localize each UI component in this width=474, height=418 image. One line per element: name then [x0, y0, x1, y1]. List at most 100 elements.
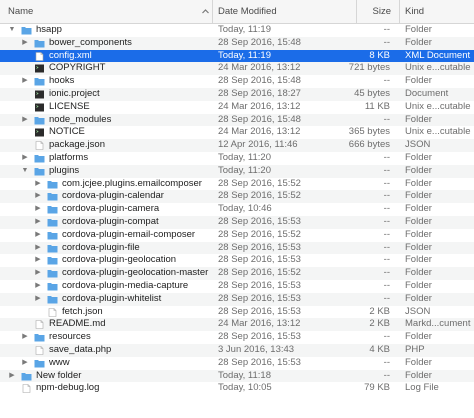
- terminal-icon: [35, 128, 44, 137]
- file-row[interactable]: ▶ cordova-plugin-calendar 28 Sep 2016, 15:…: [0, 190, 474, 204]
- document-icon: [48, 307, 57, 317]
- file-date: Today, 10:46: [218, 203, 272, 215]
- file-row[interactable]: ▶ cordova-plugin-media-capture 28 Sep 2016…: [0, 280, 474, 293]
- file-row[interactable]: ▶ www 28 Sep 2016, 15:53 -- Folder: [0, 357, 474, 370]
- file-size: 2 KB: [369, 318, 390, 330]
- disclosure-closed-icon[interactable]: ▶: [21, 331, 29, 344]
- file-row[interactable]: LICENSE 24 Mar 2016, 13:12 11 KB Unix e...c…: [0, 101, 474, 114]
- disclosure-closed-icon[interactable]: ▶: [34, 267, 42, 280]
- file-row[interactable]: ionic.project 28 Sep 2016, 18:27 45 bytes D…: [0, 88, 474, 101]
- file-size: --: [383, 292, 390, 304]
- file-kind: Folder: [405, 331, 432, 343]
- column-header-bar: Name Date Modified Size Kind: [0, 0, 474, 24]
- file-size: 11 KB: [364, 100, 390, 112]
- column-header-kind[interactable]: Kind: [399, 0, 474, 23]
- file-date: 28 Sep 2016, 15:52: [218, 177, 301, 189]
- disclosure-closed-icon[interactable]: ▶: [34, 242, 42, 255]
- disclosure-closed-icon[interactable]: ▶: [34, 203, 42, 216]
- file-name: platforms: [49, 152, 89, 163]
- file-row[interactable]: fetch.json 28 Sep 2016, 15:53 2 KB JSON: [0, 306, 474, 319]
- file-kind: Folder: [405, 216, 432, 227]
- disclosure-closed-icon[interactable]: ▶: [21, 357, 29, 370]
- file-row[interactable]: COPYRIGHT 24 Mar 2016, 13:12 721 bytes Unix…: [0, 62, 474, 76]
- file-size: --: [383, 254, 390, 266]
- disclosure-closed-icon[interactable]: ▶: [34, 280, 42, 293]
- file-size: --: [383, 190, 390, 202]
- file-date: 28 Sep 2016, 15:53: [218, 280, 301, 291]
- file-name: npm-debug.log: [36, 382, 100, 394]
- column-header-name[interactable]: Name: [0, 0, 212, 23]
- file-size: 4 KB: [369, 344, 390, 355]
- file-row[interactable]: ▶ cordova-plugin-camera Today, 10:46 -- Fold…: [0, 203, 474, 216]
- disclosure-closed-icon[interactable]: ▶: [21, 114, 29, 127]
- column-header-size[interactable]: Size: [356, 0, 399, 23]
- disclosure-closed-icon[interactable]: ▶: [34, 254, 42, 267]
- folder-icon: [34, 334, 45, 342]
- file-kind: Markd...cument: [405, 318, 471, 330]
- file-name: save_data.php: [49, 344, 112, 355]
- file-date: 28 Sep 2016, 15:52: [218, 190, 301, 202]
- sort-chevron-icon[interactable]: [201, 7, 210, 16]
- file-name: ionic.project: [49, 88, 100, 99]
- file-name: cordova-plugin-calendar: [62, 190, 164, 202]
- column-header-date[interactable]: Date Modified: [212, 0, 356, 23]
- column-header-name-label: Name: [8, 6, 34, 17]
- file-row[interactable]: config.xml Today, 11:19 8 KB XML Document: [0, 49, 474, 63]
- file-size: --: [383, 152, 390, 163]
- file-row[interactable]: ▶ bower_components 28 Sep 2016, 15:48 -- Fol…: [0, 36, 474, 50]
- file-row[interactable]: ▶ platforms Today, 11:20 -- Folder: [0, 152, 474, 165]
- file-row[interactable]: ▶ cordova-plugin-compat 28 Sep 2016, 15:53…: [0, 216, 474, 229]
- disclosure-closed-icon[interactable]: ▶: [34, 229, 42, 242]
- file-row[interactable]: ▼ plugins Today, 11:20 -- Folder: [0, 164, 474, 178]
- folder-icon: [47, 270, 58, 278]
- disclosure-open-icon[interactable]: ▼: [8, 24, 16, 37]
- file-row[interactable]: ▶ resources 28 Sep 2016, 15:53 -- Folder: [0, 331, 474, 344]
- disclosure-closed-icon[interactable]: ▶: [21, 37, 29, 50]
- disclosure-closed-icon[interactable]: ▶: [8, 370, 16, 383]
- file-row[interactable]: README.md 24 Mar 2016, 13:12 2 KB Markd...c…: [0, 318, 474, 332]
- file-row[interactable]: save_data.php 3 Jun 2016, 13:43 4 KB PHP: [0, 344, 474, 357]
- file-name: hooks: [49, 75, 75, 87]
- file-size: --: [383, 177, 390, 189]
- file-size: --: [383, 267, 390, 279]
- file-row[interactable]: ▶ node_modules 28 Sep 2016, 15:48 -- Folder: [0, 113, 474, 127]
- file-row[interactable]: ▶ cordova-plugin-file 28 Sep 2016, 15:53 --…: [0, 241, 474, 255]
- file-date: 24 Mar 2016, 13:12: [218, 318, 301, 330]
- file-kind: XML Document: [405, 49, 471, 61]
- file-row[interactable]: NOTICE 24 Mar 2016, 13:12 365 bytes Unix e.…: [0, 126, 474, 139]
- file-kind: Folder: [405, 24, 432, 35]
- file-row[interactable]: npm-debug.log Today, 10:05 79 KB Log File: [0, 382, 474, 395]
- file-date: 3 Jun 2016, 13:43: [218, 344, 295, 355]
- file-date: Today, 11:18: [218, 369, 271, 381]
- file-row[interactable]: ▶ cordova-plugin-geolocation-master 28 Sep…: [0, 267, 474, 280]
- file-date: 12 Apr 2016, 11:46: [218, 139, 298, 151]
- disclosure-closed-icon[interactable]: ▶: [34, 293, 42, 306]
- file-size: 365 bytes: [348, 126, 390, 138]
- folder-icon: [34, 155, 45, 163]
- file-date: 28 Sep 2016, 15:48: [218, 36, 301, 48]
- file-row[interactable]: ▶ cordova-plugin-email-composer 28 Sep 201…: [0, 229, 474, 242]
- file-row[interactable]: ▼ hsapp Today, 11:19 -- Folder: [0, 24, 474, 37]
- disclosure-open-icon[interactable]: ▼: [21, 165, 29, 178]
- disclosure-closed-icon[interactable]: ▶: [34, 216, 42, 229]
- terminal-icon: [35, 64, 44, 73]
- file-date: 28 Sep 2016, 15:53: [218, 331, 301, 343]
- file-name: cordova-plugin-camera: [62, 203, 160, 215]
- disclosure-closed-icon[interactable]: ▶: [34, 178, 42, 191]
- file-row[interactable]: package.json 12 Apr 2016, 11:46 666 bytes J…: [0, 139, 474, 152]
- file-row[interactable]: ▶ cordova-plugin-geolocation 28 Sep 2016, …: [0, 254, 474, 267]
- disclosure-closed-icon[interactable]: ▶: [21, 152, 29, 165]
- folder-icon: [34, 359, 45, 368]
- file-row[interactable]: ▶ cordova-plugin-whitelist 28 Sep 2016, 15…: [0, 292, 474, 306]
- file-name: cordova-plugin-geolocation: [62, 254, 177, 266]
- disclosure-closed-icon[interactable]: ▶: [21, 75, 29, 88]
- file-row[interactable]: ▶ hooks 28 Sep 2016, 15:48 -- Folder: [0, 75, 474, 88]
- disclosure-closed-icon[interactable]: ▶: [34, 190, 42, 203]
- file-row[interactable]: ▶ com.jcjee.plugins.emailcomposer 28 Sep 2…: [0, 178, 474, 191]
- file-kind: Folder: [405, 177, 432, 189]
- file-date: 28 Sep 2016, 15:52: [218, 267, 301, 279]
- file-size: --: [383, 75, 390, 87]
- folder-icon: [47, 180, 58, 189]
- file-kind: JSON: [405, 305, 431, 317]
- file-row[interactable]: ▶ New folder Today, 11:18 -- Folder: [0, 369, 474, 383]
